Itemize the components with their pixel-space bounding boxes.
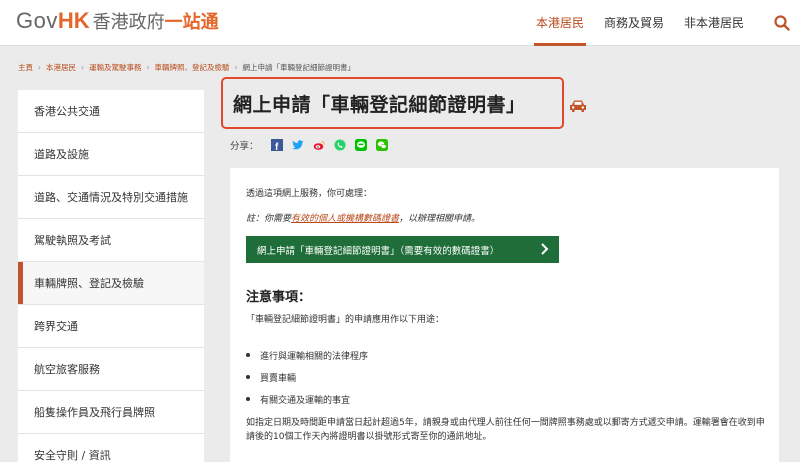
sidebar-item-air-passenger[interactable]: 航空旅客服務 (18, 348, 204, 391)
search-icon[interactable] (774, 15, 790, 31)
facebook-icon[interactable]: f (270, 139, 283, 151)
line-icon[interactable] (354, 139, 367, 151)
content-panel: 透過這項網上服務，你可處理： 註：你需要有效的個人或機構數碼證書，以辦理相關申請… (230, 168, 779, 462)
apply-button-label: 網上申請「車輛登記細節證明書」（需要有效的數碼證書） (257, 245, 500, 257)
digital-certificate-link[interactable]: 有效的個人或機構數碼證書 (291, 214, 399, 224)
sidebar-item-driving-licence[interactable]: 駕駛執照及考試 (18, 219, 204, 262)
note-suffix: ，以辦理相關申請。 (399, 214, 481, 224)
breadcrumb-residents[interactable]: 本港居民 (46, 62, 76, 73)
sidebar-item-public-transport[interactable]: 香港公共交通 (18, 90, 204, 133)
service-intro: 透過這項網上服務，你可處理： (246, 189, 373, 199)
usage-list: 進行與運輸相關的法律程序 買賣車輛 有關交通及運輸的事宜 (246, 344, 368, 410)
sidebar-item-vehicle-licensing[interactable]: 車輛牌照、登記及檢驗 (18, 262, 204, 305)
certificate-note: 註：你需要有效的個人或機構數碼證書，以辦理相關申請。 (246, 211, 779, 224)
list-item: 進行與運輸相關的法律程序 (246, 344, 368, 366)
nav-business[interactable]: 商務及貿易 (594, 0, 674, 46)
nav-non-residents[interactable]: 非本港居民 (674, 0, 754, 46)
apply-online-button[interactable]: 網上申請「車輛登記細節證明書」（需要有效的數碼證書） (246, 236, 559, 263)
submission-paragraph: 如指定日期及時間距申請當日起計超過5年，請親身或由代理人前往任何一間牌照事務處或… (246, 418, 765, 442)
list-item: 有關交通及運輸的事宜 (246, 388, 368, 410)
twitter-icon[interactable] (291, 139, 304, 151)
logo-hk-text: HK (57, 8, 90, 33)
share-label: 分享： (230, 141, 259, 152)
share-bar: 分享： f (230, 138, 397, 152)
weibo-icon[interactable] (313, 139, 325, 151)
car-icon (570, 100, 586, 112)
notes-intro: 「車輛登記細節證明書」的申請應用作以下用途： (246, 315, 445, 325)
site-header: Gov HK 香港政府 一站通 本港居民 商務及貿易 非本港居民 (0, 0, 800, 46)
sidebar: 香港公共交通 道路及設施 道路、交通情況及特別交通措施 駕駛執照及考試 車輛牌照… (18, 90, 204, 462)
notes-heading: 注意事項： (246, 290, 312, 305)
sidebar-item-cross-boundary[interactable]: 跨界交通 (18, 305, 204, 348)
breadcrumb-home[interactable]: 主頁 (18, 62, 33, 73)
govhk-logo[interactable]: Gov HK 香港政府 一站通 (16, 8, 219, 34)
sidebar-item-traffic-conditions[interactable]: 道路、交通情況及特別交通措施 (18, 176, 204, 219)
logo-zh-text: 香港政府 (92, 12, 165, 33)
page-title: 網上申請「車輛登記細節證明書」 (233, 93, 526, 116)
breadcrumb-current: 網上申請「車輛登記細節證明書」 (242, 63, 356, 72)
wechat-icon[interactable] (375, 139, 388, 151)
breadcrumb-transport[interactable]: 運輸及駕駛事務 (89, 62, 142, 73)
logo-gov-text: Gov (16, 8, 58, 33)
sidebar-item-safety[interactable]: 安全守則 / 資訊 (18, 434, 204, 462)
logo-zh-accent-text: 一站通 (164, 12, 219, 33)
sidebar-item-roads[interactable]: 道路及設施 (18, 133, 204, 176)
note-prefix: 註：你需要 (246, 214, 292, 224)
chevron-right-icon (541, 243, 549, 255)
nav-residents[interactable]: 本港居民 (526, 0, 594, 46)
sidebar-item-vessel-pilot[interactable]: 船隻操作員及飛行員牌照 (18, 391, 204, 434)
breadcrumb: 主頁 › 本港居民 › 運輸及駕駛事務 › 車輛牌照、登記及檢驗 › 網上申請「… (18, 62, 356, 73)
breadcrumb-vehicle-licensing[interactable]: 車輛牌照、登記及檢驗 (155, 62, 230, 73)
whatsapp-icon[interactable] (334, 139, 346, 151)
page-title-box: 網上申請「車輛登記細節證明書」 (221, 77, 564, 129)
list-item: 買賣車輛 (246, 366, 368, 388)
top-nav: 本港居民 商務及貿易 非本港居民 (526, 0, 754, 46)
